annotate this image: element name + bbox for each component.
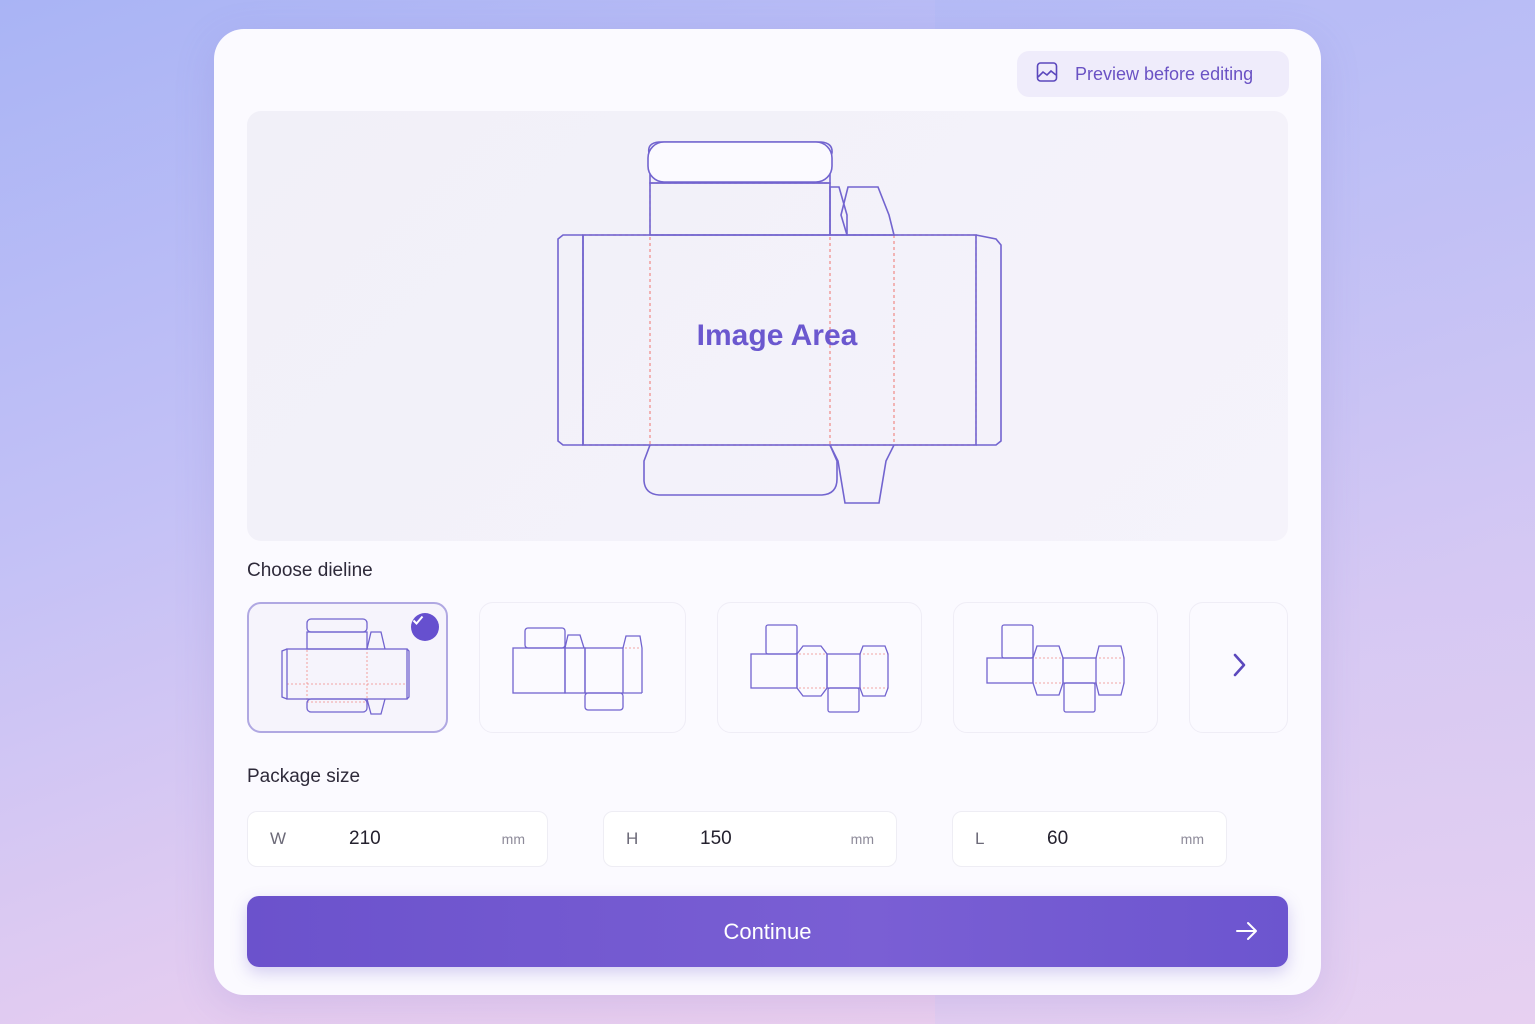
dieline-thumbnail — [750, 624, 889, 713]
image-area-canvas[interactable]: Image Area — [247, 111, 1288, 541]
height-field[interactable]: H mm — [603, 811, 897, 867]
dieline-option-1[interactable] — [247, 602, 448, 733]
width-field[interactable]: W mm — [247, 811, 548, 867]
dieline-editor-card: Preview before editing Image Area Choose… — [214, 29, 1321, 995]
dieline-thumbnail — [512, 627, 643, 711]
preview-before-editing-button[interactable]: Preview before editing — [1017, 51, 1289, 97]
width-label: W — [270, 829, 287, 848]
height-unit: mm — [850, 831, 874, 847]
chevron-right-icon — [1229, 652, 1249, 683]
package-size-title: Package size — [247, 766, 361, 787]
length-label: L — [975, 829, 985, 848]
continue-label: Continue — [723, 918, 812, 944]
preview-button-label: Preview before editing — [1075, 63, 1254, 84]
dieline-option-2[interactable] — [479, 602, 686, 733]
length-input[interactable] — [1047, 828, 1167, 850]
length-unit: mm — [1180, 831, 1204, 847]
next-dielines-button[interactable] — [1189, 602, 1288, 733]
width-unit: mm — [501, 831, 525, 847]
arrow-right-icon — [1234, 918, 1260, 950]
height-label: H — [626, 829, 639, 848]
image-area-label: Image Area — [696, 319, 858, 352]
height-input[interactable] — [700, 828, 820, 850]
dieline-option-3[interactable] — [717, 602, 922, 733]
length-field[interactable]: L mm — [952, 811, 1227, 867]
dieline-thumbnail — [986, 624, 1125, 713]
selected-check-icon — [411, 613, 439, 641]
width-input[interactable] — [349, 828, 469, 850]
dieline-option-4[interactable] — [953, 602, 1158, 733]
image-icon — [1035, 60, 1059, 89]
continue-button[interactable]: Continue — [247, 896, 1288, 967]
choose-dieline-title: Choose dieline — [247, 560, 373, 581]
